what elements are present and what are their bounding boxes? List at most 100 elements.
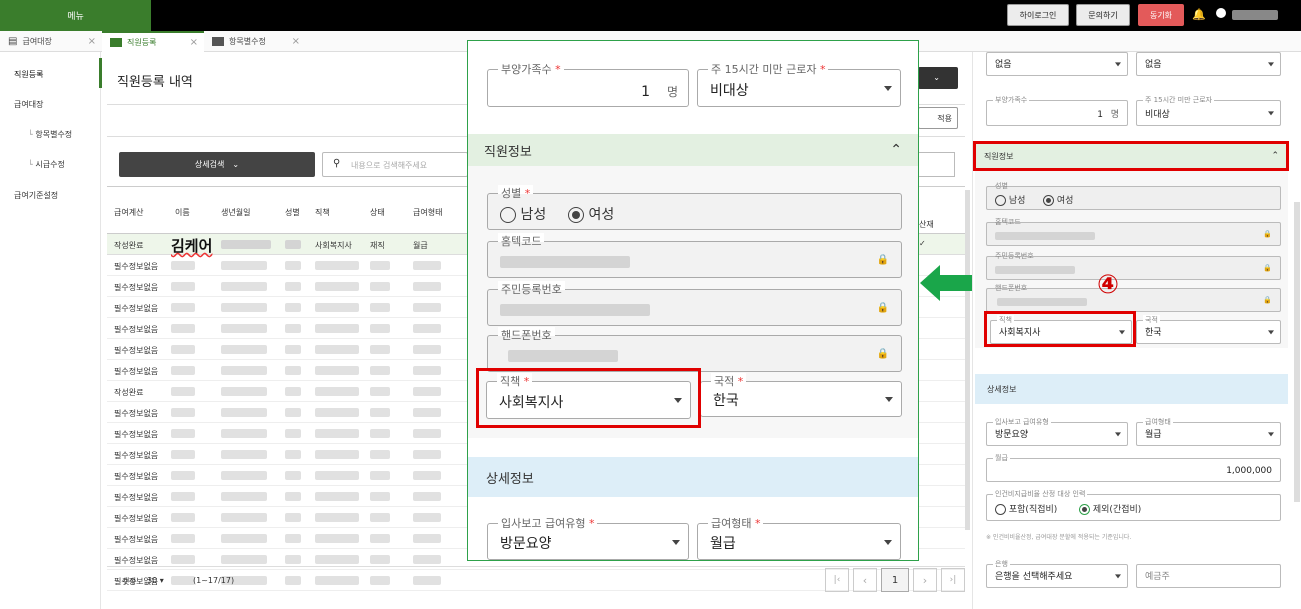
close-icon[interactable]: × xyxy=(88,36,96,47)
right-hometax-label: 홈텍코드 xyxy=(995,218,1021,226)
right-phone-field: 핸드폰번호 🔒 xyxy=(986,284,1281,312)
cell-calc: 필수정보없음 xyxy=(114,304,159,313)
close-icon[interactable]: × xyxy=(190,37,198,48)
under15-select[interactable]: 주 15시간 미만 근로자 * 비대상 xyxy=(697,61,901,107)
cell-blurred xyxy=(315,492,359,501)
right-gender-male-radio[interactable]: 남성 xyxy=(995,193,1025,206)
sidebar-item-payroll[interactable]: 급여대장 xyxy=(14,99,43,110)
position-highlight xyxy=(476,368,701,428)
phone-blurred xyxy=(508,350,618,362)
pay-type-select[interactable]: 급여형태 * 월급 xyxy=(697,515,901,560)
right-salary-field[interactable]: 월급 1,000,000 xyxy=(986,453,1281,482)
detail-search-button[interactable]: 상세검색 ⌄ xyxy=(119,152,315,177)
right-bank-select[interactable]: 은행 은행을 선택해주세요 xyxy=(986,559,1128,588)
gender-male-radio[interactable]: 남성 xyxy=(500,204,546,224)
right-top-select-2[interactable]: 없음 xyxy=(1136,52,1281,76)
right-pay-type-select[interactable]: 급여형태 월급 xyxy=(1136,417,1281,446)
col-header-paytype[interactable]: 급여형태 xyxy=(413,207,442,218)
cell-blurred xyxy=(221,261,267,270)
cell-blurred xyxy=(413,324,441,333)
chevron-down-icon: ⌄ xyxy=(232,160,240,169)
bell-icon[interactable]: 🔔 xyxy=(1192,8,1206,21)
cell-blurred xyxy=(221,450,267,459)
right-section-highlight xyxy=(973,141,1289,171)
report-type-select[interactable]: 입사보고 급여유형 * 방문요양 xyxy=(487,515,689,560)
cell-blurred xyxy=(285,555,301,564)
page-1-button[interactable]: 1 xyxy=(881,568,909,592)
under15-label-text: 주 15시간 미만 근로자 xyxy=(711,63,817,76)
col-header-gender[interactable]: 성별 xyxy=(285,207,300,218)
last-page-icon[interactable]: ›| xyxy=(941,568,965,592)
report-type-label-text: 입사보고 급여유형 xyxy=(501,517,586,530)
cell-blurred xyxy=(413,534,441,543)
sidebar-item-hourly[interactable]: └ 시급수정 xyxy=(28,159,65,170)
col-header-status[interactable]: 상태 xyxy=(370,207,385,218)
col-header-calc[interactable]: 급여계산 xyxy=(114,207,143,218)
menu-button[interactable]: 메뉴 xyxy=(0,0,151,31)
scrollbar[interactable] xyxy=(965,190,970,530)
right-form-panel: 없음 없음 부양가족수 1 명 주 15시간 미만 근로자 비대상 직원정보 ⌃ 성별 … xyxy=(972,52,1301,609)
inquiry-button[interactable]: 문의하기 xyxy=(1076,4,1130,26)
next-page-icon[interactable]: › xyxy=(913,568,937,592)
right-scrollbar[interactable] xyxy=(1294,202,1300,502)
user-icon[interactable] xyxy=(1216,8,1226,18)
right-dependents-field[interactable]: 부양가족수 1 명 xyxy=(986,95,1128,126)
col-header-name[interactable]: 이름 xyxy=(175,207,190,218)
right-labor-field[interactable]: 인건비지급비율 산정 대상 인력 포함(직접비) 제외(간접비) xyxy=(986,489,1281,521)
search-input[interactable]: ⚲ 내용으로 검색해주세요 xyxy=(322,152,468,177)
right-under15-select[interactable]: 주 15시간 미만 근로자 비대상 xyxy=(1136,95,1281,126)
cell-blurred xyxy=(171,282,195,291)
gender-female-radio[interactable]: 여성 xyxy=(568,204,614,224)
cell-pay: 월급 xyxy=(413,241,428,250)
right-labor-label: 인건비지급비율 산정 대상 인력 xyxy=(993,489,1088,499)
sidebar-item-item-edit[interactable]: └ 항목별수정 xyxy=(28,129,72,140)
tab-employee-register[interactable]: 직원등록 × xyxy=(102,31,204,52)
right-report-type-select[interactable]: 입사보고 급여유형 방문요양 xyxy=(986,417,1128,446)
tab-payroll[interactable]: ▤ 급여대장 × xyxy=(0,31,102,52)
detail-info-section[interactable]: 상세정보 xyxy=(468,457,918,497)
tab-item-edit[interactable]: 항목별수정 × xyxy=(204,31,306,52)
cell-name: 김케어 xyxy=(171,237,213,255)
tab-label: 항목별수정 xyxy=(229,37,266,46)
cell-calc: 필수정보없음 xyxy=(114,430,159,439)
cell-blurred xyxy=(413,282,441,291)
cell-calc: 필수정보없음 xyxy=(114,451,159,460)
right-top-value: 없음 xyxy=(995,60,1012,70)
sidebar-item-label: 시급수정 xyxy=(35,160,65,169)
page-size-select[interactable]: 30 ▾ xyxy=(147,576,164,585)
employee-info-section[interactable]: 직원정보 ⌃ xyxy=(468,134,918,166)
right-detail-info-section[interactable]: 상세정보 xyxy=(975,374,1288,404)
cell-blurred xyxy=(370,387,390,396)
apply-button[interactable]: 적용 xyxy=(918,107,958,129)
first-page-icon[interactable]: |‹ xyxy=(825,568,849,592)
right-gender-female-radio[interactable]: 여성 xyxy=(1043,193,1073,206)
col-header-insurance[interactable]: 산재 xyxy=(919,219,934,230)
sidebar-item-pay-settings[interactable]: 급여기준설정 xyxy=(14,190,58,201)
report-type-label: 입사보고 급여유형 * xyxy=(498,515,598,531)
page-range: (1~17/17) xyxy=(193,576,235,585)
prev-page-icon[interactable]: ‹ xyxy=(853,568,877,592)
col-header-position[interactable]: 직책 xyxy=(315,207,330,218)
right-holder-input[interactable]: 예금주 xyxy=(1136,564,1281,588)
nationality-select[interactable]: 국적 * 한국 xyxy=(700,373,902,417)
sync-button[interactable]: 동기화 xyxy=(1138,4,1184,26)
dependents-field[interactable]: 부양가족수 * 1 명 xyxy=(487,61,689,107)
sidebar-item-employee[interactable]: 직원등록 xyxy=(14,69,43,80)
dropdown-button[interactable]: ⌄ xyxy=(918,67,958,89)
cell-blurred xyxy=(315,282,359,291)
cell-blurred xyxy=(315,366,359,375)
hi-login-button[interactable]: 하이로그인 xyxy=(1007,4,1069,26)
cell-blurred xyxy=(315,345,359,354)
col-header-birth[interactable]: 생년월일 xyxy=(221,207,250,218)
caret-down-icon xyxy=(1268,111,1274,116)
chevron-up-icon[interactable]: ⌃ xyxy=(890,142,902,158)
cell-blurred xyxy=(285,576,301,585)
right-top-select-1[interactable]: 없음 xyxy=(986,52,1128,76)
right-bank-placeholder: 은행을 선택해주세요 xyxy=(995,572,1073,582)
labor-include-radio[interactable]: 포함(직접비) xyxy=(995,502,1057,515)
labor-exclude-radio[interactable]: 제외(간접비) xyxy=(1079,502,1141,515)
close-icon[interactable]: × xyxy=(292,36,300,47)
radio-icon xyxy=(995,504,1006,515)
cell-blurred xyxy=(221,555,267,564)
right-nationality-select[interactable]: 국적 한국 xyxy=(1136,315,1281,344)
